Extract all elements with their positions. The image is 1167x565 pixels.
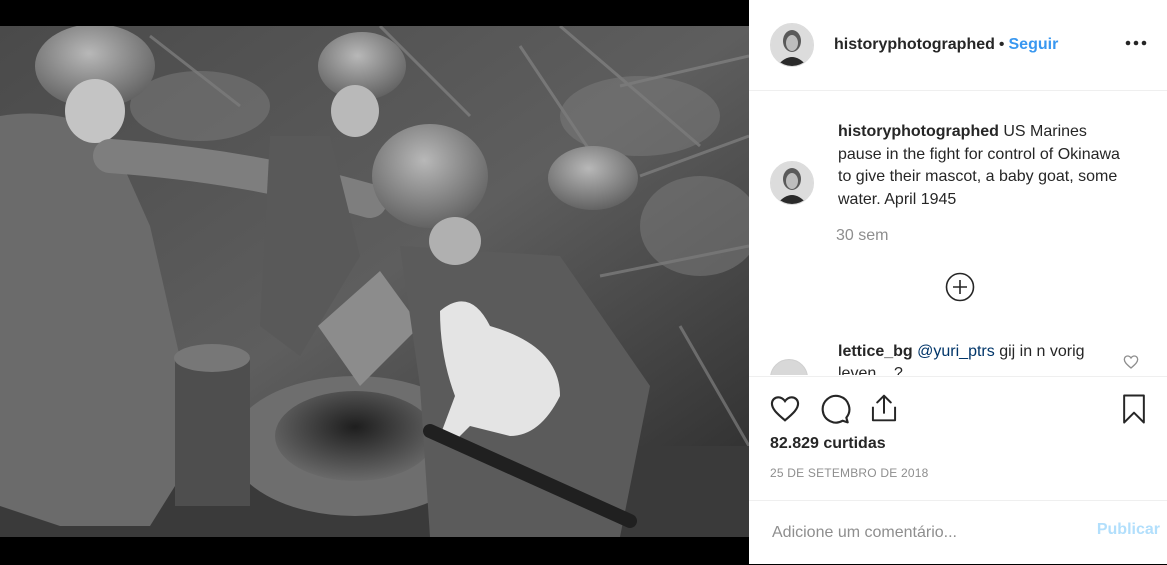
post-date[interactable]: 25 DE SETEMBRO DE 2018 bbox=[770, 466, 928, 480]
post-header: historyphotographed • Seguir bbox=[749, 0, 1167, 91]
header-text: historyphotographed • Seguir bbox=[834, 36, 1058, 54]
likes-count[interactable]: 82.829 curtidas bbox=[770, 435, 886, 453]
photo-illustration bbox=[0, 26, 749, 537]
author-avatar[interactable] bbox=[770, 23, 814, 67]
caption-username[interactable]: historyphotographed bbox=[838, 123, 999, 140]
header-separator: • bbox=[998, 36, 1005, 53]
comment-body: lettice_bg @yuri_ptrs gij in n vorig lev… bbox=[838, 341, 1108, 375]
post-photo[interactable] bbox=[0, 26, 749, 537]
heart-icon[interactable] bbox=[769, 393, 801, 430]
comment-mention[interactable]: @yuri_ptrs bbox=[917, 343, 995, 360]
author-username[interactable]: historyphotographed bbox=[834, 36, 995, 53]
comment-item: lettice_bg @yuri_ptrs gij in n vorig lev… bbox=[770, 341, 1150, 375]
comment-like-heart-icon[interactable] bbox=[1123, 354, 1139, 370]
follow-button[interactable]: Seguir bbox=[1009, 36, 1059, 53]
post-side-panel: historyphotographed • Seguir historyphotog… bbox=[749, 0, 1167, 564]
comments-section: historyphotographed US Marines pause in … bbox=[749, 91, 1167, 375]
post-actions: 82.829 curtidas 25 DE SETEMBRO DE 2018 bbox=[749, 376, 1167, 519]
photo-viewer bbox=[0, 0, 749, 564]
publish-button[interactable]: Publicar bbox=[1097, 521, 1160, 539]
add-comment-bar: Publicar bbox=[749, 500, 1167, 565]
comment-username[interactable]: lettice_bg bbox=[838, 343, 913, 360]
caption: historyphotographed US Marines pause in … bbox=[770, 121, 1128, 211]
comment-input[interactable] bbox=[770, 523, 1074, 543]
caption-avatar[interactable] bbox=[770, 161, 814, 205]
bookmark-icon[interactable] bbox=[1121, 393, 1147, 430]
commenter-avatar[interactable] bbox=[770, 359, 808, 375]
share-icon[interactable] bbox=[869, 392, 899, 429]
caption-timestamp[interactable]: 30 sem bbox=[836, 227, 888, 245]
caption-body: historyphotographed US Marines pause in … bbox=[838, 121, 1128, 211]
comment-icon[interactable] bbox=[819, 393, 851, 430]
plus-circle-icon[interactable] bbox=[945, 272, 975, 302]
more-options-icon[interactable] bbox=[1123, 30, 1149, 56]
